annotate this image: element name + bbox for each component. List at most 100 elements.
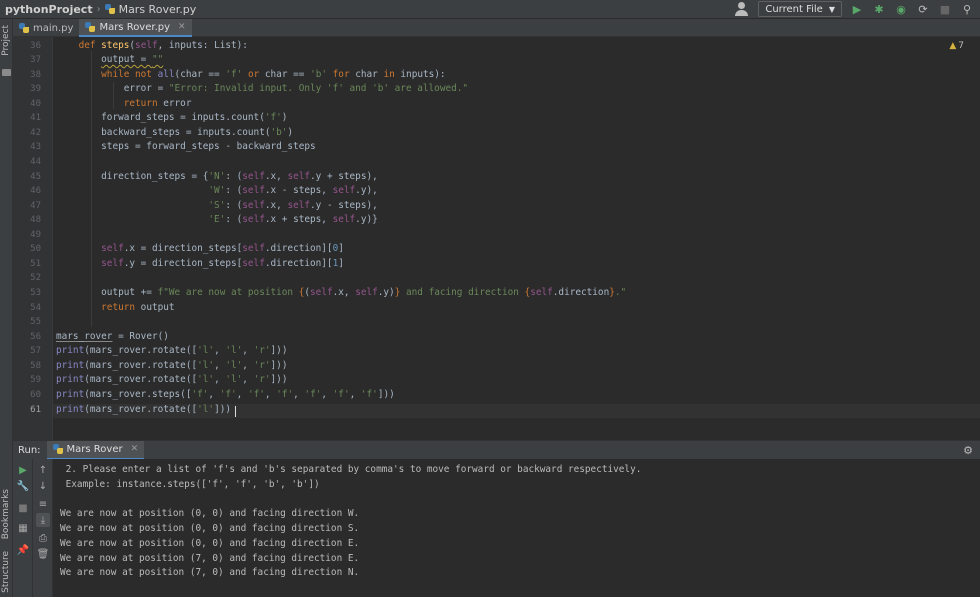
code-line: backward_steps = inputs.count('b') — [56, 127, 294, 138]
run-config-label: Current File — [765, 3, 823, 15]
code-line: 'E': (self.x + steps, self.y)} — [208, 214, 378, 225]
structure-tool-tab[interactable]: Structure — [1, 551, 11, 593]
print-icon[interactable]: ⎙ — [36, 531, 50, 545]
user-icon[interactable] — [734, 1, 750, 17]
code-line: direction_steps = {'N': (self.x, self.y … — [56, 171, 378, 182]
line-number: 56 — [30, 332, 41, 342]
line-number: 55 — [30, 317, 41, 327]
pin-icon[interactable]: 📌 — [16, 543, 30, 557]
run-config-select[interactable]: Current File ▼ — [758, 1, 842, 17]
editor-tabs: main.py Mars Rover.py ✕ — [13, 19, 980, 37]
arrow-down-icon[interactable]: ↓ — [36, 479, 50, 493]
line-number: 38 — [30, 70, 41, 80]
code-line: 'S': (self.x, self.y - steps), — [208, 200, 378, 211]
line-number: 51 — [30, 259, 41, 269]
code-line: forward_steps = inputs.count('f') — [56, 112, 288, 123]
code-line: 'W': (self.x - steps, self.y), — [208, 185, 378, 196]
line-number: 42 — [30, 128, 41, 138]
search-icon[interactable]: ⚲ — [960, 2, 974, 16]
text-caret — [235, 406, 236, 417]
console-line: Example: instance.steps(['f', 'f', 'b', … — [60, 479, 320, 490]
console-line: We are now at position (0, 0) and facing… — [60, 538, 360, 549]
python-file-icon — [19, 23, 29, 33]
close-icon[interactable]: ✕ — [131, 444, 139, 454]
folder-icon[interactable] — [2, 69, 11, 76]
code-line: mars_rover = Rover() — [56, 331, 169, 342]
line-number: 40 — [30, 99, 41, 109]
left-tool-strip: Project Bookmarks Structure — [0, 19, 13, 597]
warning-count: 7 — [958, 41, 964, 51]
code-line: return error — [123, 98, 192, 109]
code-line: self.x = direction_steps[self.direction]… — [101, 243, 344, 254]
project-tool-tab[interactable]: Project — [1, 25, 11, 56]
coverage-icon[interactable]: ◉ — [894, 2, 908, 16]
line-number: 57 — [30, 346, 41, 356]
line-number: 59 — [30, 375, 41, 385]
line-number: 47 — [30, 201, 41, 211]
run-icon[interactable]: ▶ — [850, 2, 864, 16]
tab-mars-rover-py[interactable]: Mars Rover.py ✕ — [79, 19, 192, 37]
breadcrumb-file[interactable]: Mars Rover.py — [119, 3, 197, 16]
wrench-icon[interactable]: 🔧 — [16, 479, 30, 493]
tab-label: Mars Rover.py — [99, 21, 171, 33]
line-number: 45 — [30, 172, 41, 182]
console-line: We are now at position (0, 0) and facing… — [60, 523, 360, 534]
run-tab-mars-rover[interactable]: Mars Rover ✕ — [46, 440, 145, 460]
line-number: 54 — [30, 303, 41, 313]
line-number: 37 — [30, 55, 41, 65]
line-number: 58 — [30, 361, 41, 371]
stop-icon[interactable]: ■ — [16, 501, 30, 515]
console-line: We are now at position (7, 0) and facing… — [60, 553, 360, 564]
line-number: 43 — [30, 142, 41, 152]
run-panel-header: Run: Mars Rover ✕ ⚙ — [13, 440, 980, 460]
run-toolbar-secondary: ↑ ↓ ≡ ⤓ ⎙ 🗑 — [33, 459, 53, 597]
layout-icon[interactable]: ▦ — [16, 521, 30, 535]
toolbar: Current File ▼ ▶ ✱ ◉ ⟳ ■ ⚲ — [734, 1, 974, 17]
stop-icon[interactable]: ■ — [938, 2, 952, 16]
line-number: 60 — [30, 390, 41, 400]
code-line: steps = forward_steps - backward_steps — [56, 141, 316, 152]
code-line: print(mars_rover.rotate(['l', 'l', 'r'])… — [56, 374, 288, 385]
code-line: print(mars_rover.rotate(['l'])) — [56, 404, 231, 415]
breadcrumb: pythonProject › Mars Rover.py — [0, 3, 196, 16]
close-icon[interactable]: ✕ — [178, 22, 186, 32]
run-toolbar-primary: ▶ 🔧 ■ ▦ 📌 — [13, 459, 33, 597]
line-number: 52 — [30, 273, 41, 283]
bookmarks-tool-tab[interactable]: Bookmarks — [1, 489, 11, 539]
line-number: 61 — [30, 405, 41, 415]
line-number: 53 — [30, 288, 41, 298]
tab-label: main.py — [33, 22, 74, 34]
line-number: 49 — [30, 230, 41, 240]
code-line: print(mars_rover.steps(['f', 'f', 'f', '… — [56, 389, 395, 400]
warning-icon: ▲ — [949, 41, 957, 51]
title-bar: pythonProject › Mars Rover.py Current Fi… — [0, 0, 980, 19]
inspection-widget[interactable]: ▲ 7 — [949, 41, 964, 51]
console-output[interactable]: 2. Please enter a list of 'f's and 'b's … — [53, 459, 980, 597]
line-number: 48 — [30, 215, 41, 225]
line-number: 41 — [30, 113, 41, 123]
more-run-icon[interactable]: ⟳ — [916, 2, 930, 16]
tab-main-py[interactable]: main.py — [13, 19, 79, 37]
code-line: while not all(char == 'f' or char == 'b'… — [101, 69, 446, 80]
python-file-icon — [85, 22, 96, 32]
console-line: We are now at position (0, 0) and facing… — [60, 508, 360, 519]
code-line: output += f"We are now at position {(sel… — [56, 287, 627, 298]
line-number: 46 — [30, 186, 41, 196]
line-gutter: 36 37 38 39 40 41 42 43 44 45 46 47 48 4… — [13, 37, 53, 440]
line-number: 36 — [30, 41, 41, 51]
gear-icon[interactable]: ⚙ — [963, 444, 973, 457]
code-line: print(mars_rover.rotate(['l', 'l', 'r'])… — [56, 345, 288, 356]
debug-icon[interactable]: ✱ — [872, 2, 886, 16]
breadcrumb-project[interactable]: pythonProject — [5, 3, 93, 16]
console-line: 2. Please enter a list of 'f's and 'b's … — [60, 464, 642, 475]
run-tab-label: Mars Rover — [66, 443, 123, 455]
python-file-icon — [52, 444, 63, 454]
soft-wrap-icon[interactable]: ≡ — [36, 497, 50, 511]
trash-icon[interactable]: 🗑 — [36, 547, 50, 561]
chevron-down-icon: ▼ — [828, 4, 835, 14]
rerun-icon[interactable]: ▶ — [16, 463, 30, 477]
code-editor[interactable]: 36 37 38 39 40 41 42 43 44 45 46 47 48 4… — [13, 37, 980, 440]
line-number: 44 — [30, 157, 41, 167]
scroll-to-end-icon[interactable]: ⤓ — [36, 513, 50, 527]
arrow-up-icon[interactable]: ↑ — [36, 463, 50, 477]
